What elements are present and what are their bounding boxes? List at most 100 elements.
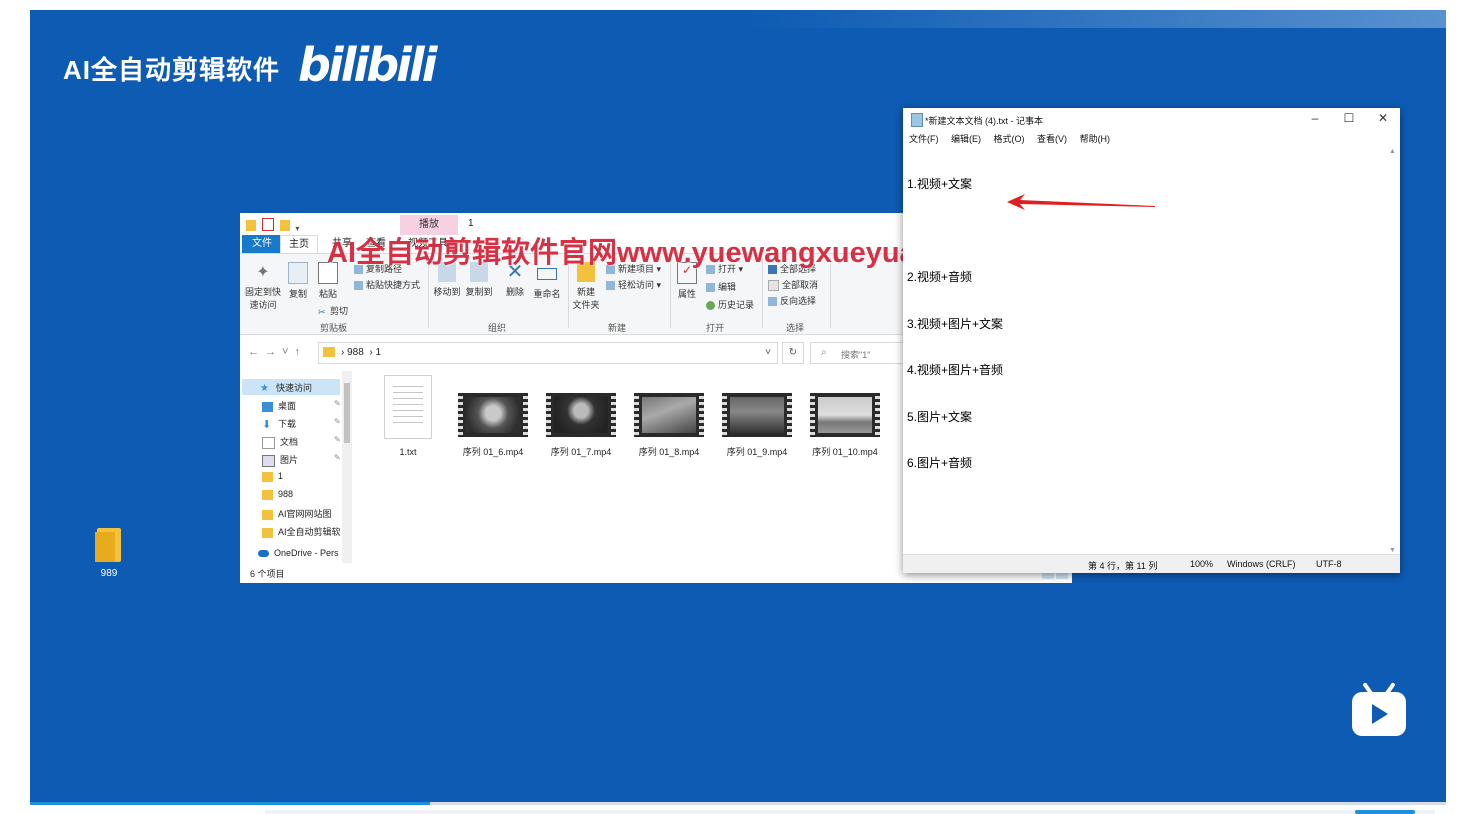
nav-folder-988[interactable]: 988: [262, 489, 293, 500]
text-line: 3.视频+图片+文案: [907, 316, 1004, 331]
download-arrow-icon: ⬇: [262, 418, 272, 431]
file-item-video[interactable]: 序列 01_10.mp4: [805, 373, 885, 458]
group-label-clipboard: 剪贴板: [320, 323, 348, 333]
folder-icon: [262, 509, 273, 520]
tab-home[interactable]: 主页: [280, 235, 318, 254]
invert-selection-button[interactable]: 反向选择: [768, 294, 816, 307]
nav-pictures[interactable]: 图片 ✎: [262, 453, 341, 467]
scissors-icon: ✂: [318, 307, 326, 318]
scroll-down-icon[interactable]: ▼: [1389, 547, 1396, 554]
text-line: [907, 224, 1387, 240]
nav-folder-ai-editor-label: AI全自动剪辑软: [278, 527, 341, 537]
notepad-menubar: 文件(F) 编辑(E) 格式(O) 查看(V) 帮助(H): [909, 132, 1120, 146]
forward-arrow-icon[interactable]: →: [265, 346, 282, 358]
folder-icon: [262, 489, 273, 500]
cut-label: 剪切: [330, 306, 349, 316]
up-arrow-icon[interactable]: ↑: [294, 346, 306, 358]
paste-shortcut-button[interactable]: 粘贴快捷方式: [354, 278, 420, 291]
select-none-icon: [768, 280, 779, 292]
copy-icon: [288, 262, 308, 284]
copy-to-label: 复制到: [465, 287, 493, 297]
pin-icon: ✎: [334, 453, 341, 462]
quick-access-toolbar: ▾: [246, 218, 316, 233]
new-folder-icon[interactable]: [279, 220, 290, 231]
website-watermark: AI全自动剪辑软件官网www.yuewangxueyuan.com: [327, 237, 1002, 269]
notepad-titlebar: *新建文本文档 (4).txt - 记事本 – ☐ ✕: [903, 108, 1400, 130]
breadcrumb-1[interactable]: 1: [375, 347, 381, 358]
notepad-icon: [911, 113, 923, 127]
star-icon: ★: [260, 382, 269, 394]
desktop-folder[interactable]: 989: [94, 528, 124, 579]
player-control-pill[interactable]: [1355, 810, 1415, 814]
refresh-button[interactable]: ↻: [782, 342, 804, 364]
rename-label: 重命名: [533, 289, 561, 299]
history-label: 历史记录: [718, 300, 755, 310]
nav-downloads[interactable]: ⬇ 下载 ✎: [262, 417, 341, 431]
nav-quick-access-label: 快速访问: [276, 383, 313, 393]
copy-label: 复制: [288, 289, 307, 299]
folder-icon: [262, 527, 273, 538]
notepad-scrollbar[interactable]: ▲ ▼: [1389, 146, 1398, 556]
scroll-up-icon[interactable]: ▲: [1389, 148, 1396, 155]
progress-fill: [30, 802, 430, 805]
nav-buttons: ←→˅↑: [248, 346, 306, 358]
breadcrumb-988[interactable]: 988: [347, 347, 364, 358]
properties-icon[interactable]: [261, 218, 274, 231]
folder-icon[interactable]: [246, 220, 256, 231]
menu-help[interactable]: 帮助(H): [1080, 134, 1111, 144]
folder-icon: [323, 347, 335, 357]
select-none-label: 全部取消: [782, 280, 819, 290]
item-count: 6 个项目: [250, 569, 285, 579]
nav-scrollbar[interactable]: [342, 371, 352, 563]
menu-edit[interactable]: 编辑(E): [951, 134, 981, 144]
file-name: 序列 01_9.mp4: [726, 447, 788, 457]
recent-dropdown-icon[interactable]: ˅: [282, 346, 294, 358]
select-none-button[interactable]: 全部取消: [768, 278, 819, 292]
copy-button[interactable]: 复制: [286, 262, 310, 300]
nav-documents[interactable]: 文档 ✎: [262, 435, 341, 449]
new-folder-label-1: 新建: [576, 287, 595, 297]
banner-title: AI全自动剪辑软件: [63, 55, 281, 85]
pin-quick-access-button[interactable]: ✦ 固定到快 速访问: [244, 262, 282, 311]
file-item-video[interactable]: 序列 01_6.mp4: [453, 373, 533, 458]
nav-desktop[interactable]: 桌面 ✎: [262, 399, 341, 412]
minimize-icon[interactable]: –: [1305, 111, 1325, 125]
properties-label: 属性: [677, 289, 696, 299]
bilibili-tv-icon[interactable]: [1352, 682, 1408, 736]
cut-button[interactable]: ✂ 剪切: [318, 304, 348, 317]
dropdown-icon[interactable]: ▾: [295, 224, 301, 235]
file-item-txt[interactable]: 1.txt: [368, 373, 448, 457]
chevron-down-icon[interactable]: ˅: [765, 347, 771, 358]
nav-onedrive[interactable]: OneDrive - Pers: [258, 548, 339, 558]
text-line: 1.视频+文案: [907, 177, 973, 191]
nav-folder-1[interactable]: 1: [262, 471, 283, 482]
file-item-video[interactable]: 序列 01_9.mp4: [717, 373, 797, 458]
tab-file[interactable]: 文件: [242, 235, 282, 253]
file-name: 1.txt: [399, 447, 417, 457]
nav-quick-access[interactable]: ★ 快速访问: [260, 381, 312, 394]
easy-access-button[interactable]: 轻松访问 ▾: [606, 278, 661, 291]
menu-file[interactable]: 文件(F): [909, 134, 939, 144]
maximize-icon[interactable]: ☐: [1339, 111, 1359, 125]
nav-folder-ai-site[interactable]: AI官网网站图: [262, 507, 332, 520]
file-item-video[interactable]: 序列 01_8.mp4: [629, 373, 709, 458]
file-name: 序列 01_6.mp4: [462, 447, 524, 457]
group-label-open: 打开: [706, 323, 725, 333]
edit-button[interactable]: 编辑: [706, 280, 736, 293]
scrollbar-thumb[interactable]: [344, 383, 350, 443]
menu-view[interactable]: 查看(V): [1037, 134, 1067, 144]
address-bar[interactable]: › 988 › 1 ˅: [318, 342, 778, 364]
history-button[interactable]: 历史记录: [706, 298, 754, 311]
nav-folder-ai-editor[interactable]: AI全自动剪辑软: [262, 525, 341, 538]
menu-format[interactable]: 格式(O): [994, 134, 1025, 144]
group-label-select: 选择: [786, 323, 805, 333]
file-item-video[interactable]: 序列 01_7.mp4: [541, 373, 621, 458]
close-icon[interactable]: ✕: [1373, 111, 1393, 125]
video-thumbnail-icon: [546, 393, 616, 437]
pin-icon: ✎: [334, 435, 341, 444]
line-ending: Windows (CRLF): [1227, 559, 1296, 569]
video-progress-bar[interactable]: [30, 802, 1446, 805]
back-arrow-icon[interactable]: ←: [248, 346, 265, 358]
encoding: UTF-8: [1316, 559, 1342, 569]
cursor-position: 第 4 行，第 11 列: [1088, 561, 1158, 571]
